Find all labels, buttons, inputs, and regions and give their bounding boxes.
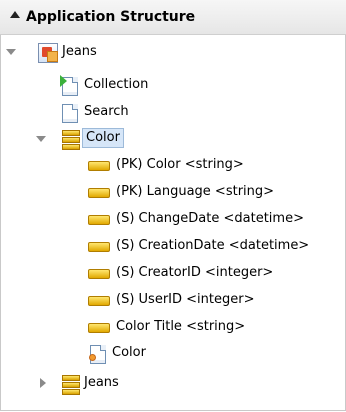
field-icon [88, 161, 110, 171]
tree-label: (S) UserID <integer> [116, 292, 255, 307]
tree-label: (S) ChangeDate <datetime> [116, 211, 304, 226]
tree-label: Jeans [62, 44, 97, 59]
document-icon [89, 345, 106, 364]
tree-label: Collection [84, 77, 149, 92]
panel-header[interactable]: Application Structure [0, 0, 346, 35]
tree-label: (PK) Color <string> [116, 157, 244, 172]
tree-node-search[interactable]: Search [0, 101, 346, 123]
tree-node-field[interactable]: (S) UserID <integer> [0, 289, 346, 311]
tree-node-jeans-root[interactable]: Jeans [0, 41, 346, 63]
table-icon [62, 130, 80, 150]
tree-label: Color [112, 345, 146, 360]
tree-node-field[interactable]: (S) CreatorID <integer> [0, 262, 346, 284]
tree-node-field[interactable]: (S) CreationDate <datetime> [0, 235, 346, 257]
field-icon [88, 188, 110, 198]
tree-node-color-group[interactable]: Color [0, 127, 346, 150]
table-icon [62, 375, 80, 395]
tree-label: (S) CreatorID <integer> [116, 265, 274, 280]
tree-label: Color Title <string> [116, 319, 246, 334]
tree-label: (PK) Language <string> [116, 184, 275, 199]
expand-toggle-icon[interactable] [38, 378, 48, 388]
expand-toggle-icon[interactable] [36, 134, 46, 144]
search-document-icon [62, 104, 78, 123]
tree-label: Search [84, 104, 129, 119]
tree-label: Jeans [84, 375, 119, 390]
field-icon [88, 323, 110, 333]
collapse-caret-icon[interactable] [10, 11, 20, 18]
expand-toggle-icon[interactable] [6, 47, 16, 57]
tree-label-selected: Color [82, 128, 124, 148]
field-icon [88, 242, 110, 252]
panel-title: Application Structure [26, 9, 196, 25]
tree-label: (S) CreationDate <datetime> [116, 238, 310, 253]
tree-node-collection[interactable]: Collection [0, 74, 346, 96]
tree-node-field[interactable]: Color Title <string> [0, 316, 346, 338]
collection-document-icon [60, 75, 78, 96]
tree-node-field[interactable]: (PK) Color <string> [0, 154, 346, 176]
field-icon [88, 269, 110, 279]
field-icon [88, 296, 110, 306]
tree-node-color-document[interactable]: Color [0, 342, 346, 364]
tree-node-field[interactable]: (PK) Language <string> [0, 181, 346, 203]
application-icon [38, 43, 58, 63]
tree-node-field[interactable]: (S) ChangeDate <datetime> [0, 208, 346, 230]
tree-node-jeans-group[interactable]: Jeans [0, 372, 346, 395]
field-icon [88, 215, 110, 225]
